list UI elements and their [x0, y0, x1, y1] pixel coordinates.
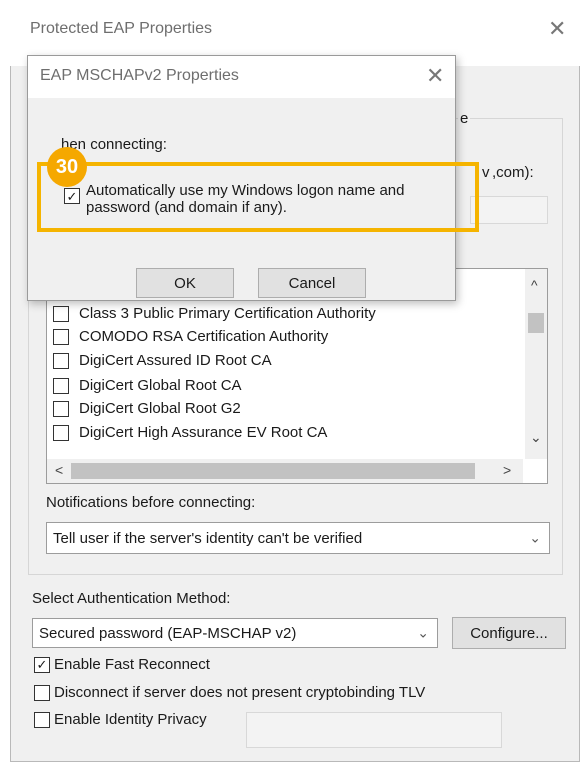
cert-label: Class 3 Public Primary Certification Aut… [79, 305, 376, 322]
inner-dialog-title: EAP MSCHAPv2 Properties [40, 67, 239, 84]
cert-checkbox[interactable] [53, 424, 69, 441]
cert-label: DigiCert High Assurance EV Root CA [79, 424, 328, 441]
vertical-scroll-thumb[interactable] [528, 313, 544, 333]
cancel-button-label: Cancel [288, 274, 336, 292]
checkbox-label: Disconnect if server does not present cr… [54, 684, 426, 701]
chevron-down-icon: ⌄ [529, 529, 541, 546]
ok-button[interactable]: OK [136, 268, 234, 298]
configure-button-label: Configure... [470, 624, 548, 642]
horizontal-scrollbar[interactable]: < > [47, 459, 523, 483]
outer-close-icon[interactable]: ✕ [548, 18, 566, 40]
server-label-fragment: v [482, 164, 490, 181]
scroll-right-icon[interactable]: > [503, 462, 511, 478]
enable-fast-reconnect-checkbox[interactable]: ✓ Enable Fast Reconnect [34, 656, 210, 673]
list-item[interactable]: DigiCert Global Root G2 [53, 400, 241, 417]
notifications-value: Tell user if the server's identity can't… [53, 529, 363, 547]
server-label-end: ,com): [492, 164, 534, 181]
cert-checkbox[interactable] [53, 305, 69, 322]
inner-close-icon[interactable]: ✕ [426, 65, 444, 87]
cancel-button[interactable]: Cancel [258, 268, 366, 298]
auth-method-label: Select Authentication Method: [32, 590, 231, 607]
cert-label: DigiCert Global Root CA [79, 377, 242, 394]
list-item[interactable]: DigiCert High Assurance EV Root CA [53, 424, 327, 441]
horizontal-scroll-thumb[interactable] [71, 463, 475, 479]
cert-label: COMODO RSA Certification Authority [79, 328, 329, 345]
identity-privacy-input[interactable] [246, 712, 502, 748]
cert-checkbox[interactable] [53, 377, 69, 394]
highlight-box [37, 162, 479, 232]
checkbox-label: Enable Fast Reconnect [54, 656, 210, 673]
check-icon[interactable]: ✓ [34, 656, 50, 673]
groupbox-heading-fragment: e [458, 110, 471, 127]
ok-button-label: OK [174, 274, 196, 292]
scroll-up-icon[interactable]: ^ [531, 277, 538, 293]
vertical-scrollbar[interactable]: ^ ⌄ [525, 269, 547, 459]
list-item[interactable]: COMODO RSA Certification Authority [53, 328, 328, 345]
checkbox-box[interactable] [34, 711, 50, 728]
outer-dialog-title: Protected EAP Properties [30, 20, 213, 37]
chevron-down-icon: ⌄ [417, 624, 429, 641]
list-item[interactable]: DigiCert Global Root CA [53, 377, 242, 394]
checkbox-label: Enable Identity Privacy [54, 711, 207, 728]
scroll-left-icon[interactable]: < [55, 462, 63, 478]
checkbox-box[interactable] [34, 684, 50, 701]
cert-label: DigiCert Global Root G2 [79, 400, 241, 417]
cert-checkbox[interactable] [53, 328, 69, 345]
servers-input[interactable] [470, 196, 548, 224]
notifications-select[interactable]: Tell user if the server's identity can't… [46, 522, 550, 554]
scroll-down-icon[interactable]: ⌄ [530, 429, 542, 446]
step-badge: 30 [47, 147, 87, 187]
auth-method-value: Secured password (EAP-MSCHAP v2) [39, 624, 297, 642]
cryptobinding-checkbox[interactable]: Disconnect if server does not present cr… [34, 684, 425, 701]
configure-button[interactable]: Configure... [452, 617, 566, 649]
auth-method-select[interactable]: Secured password (EAP-MSCHAP v2) ⌄ [32, 618, 438, 648]
list-item[interactable]: Class 3 Public Primary Certification Aut… [53, 305, 376, 322]
list-item[interactable]: DigiCert Assured ID Root CA [53, 352, 272, 369]
notifications-label: Notifications before connecting: [46, 494, 256, 511]
cert-checkbox[interactable] [53, 400, 69, 417]
identity-privacy-checkbox[interactable]: Enable Identity Privacy [34, 711, 207, 728]
cert-checkbox[interactable] [53, 352, 69, 369]
cert-label: DigiCert Assured ID Root CA [79, 352, 272, 369]
